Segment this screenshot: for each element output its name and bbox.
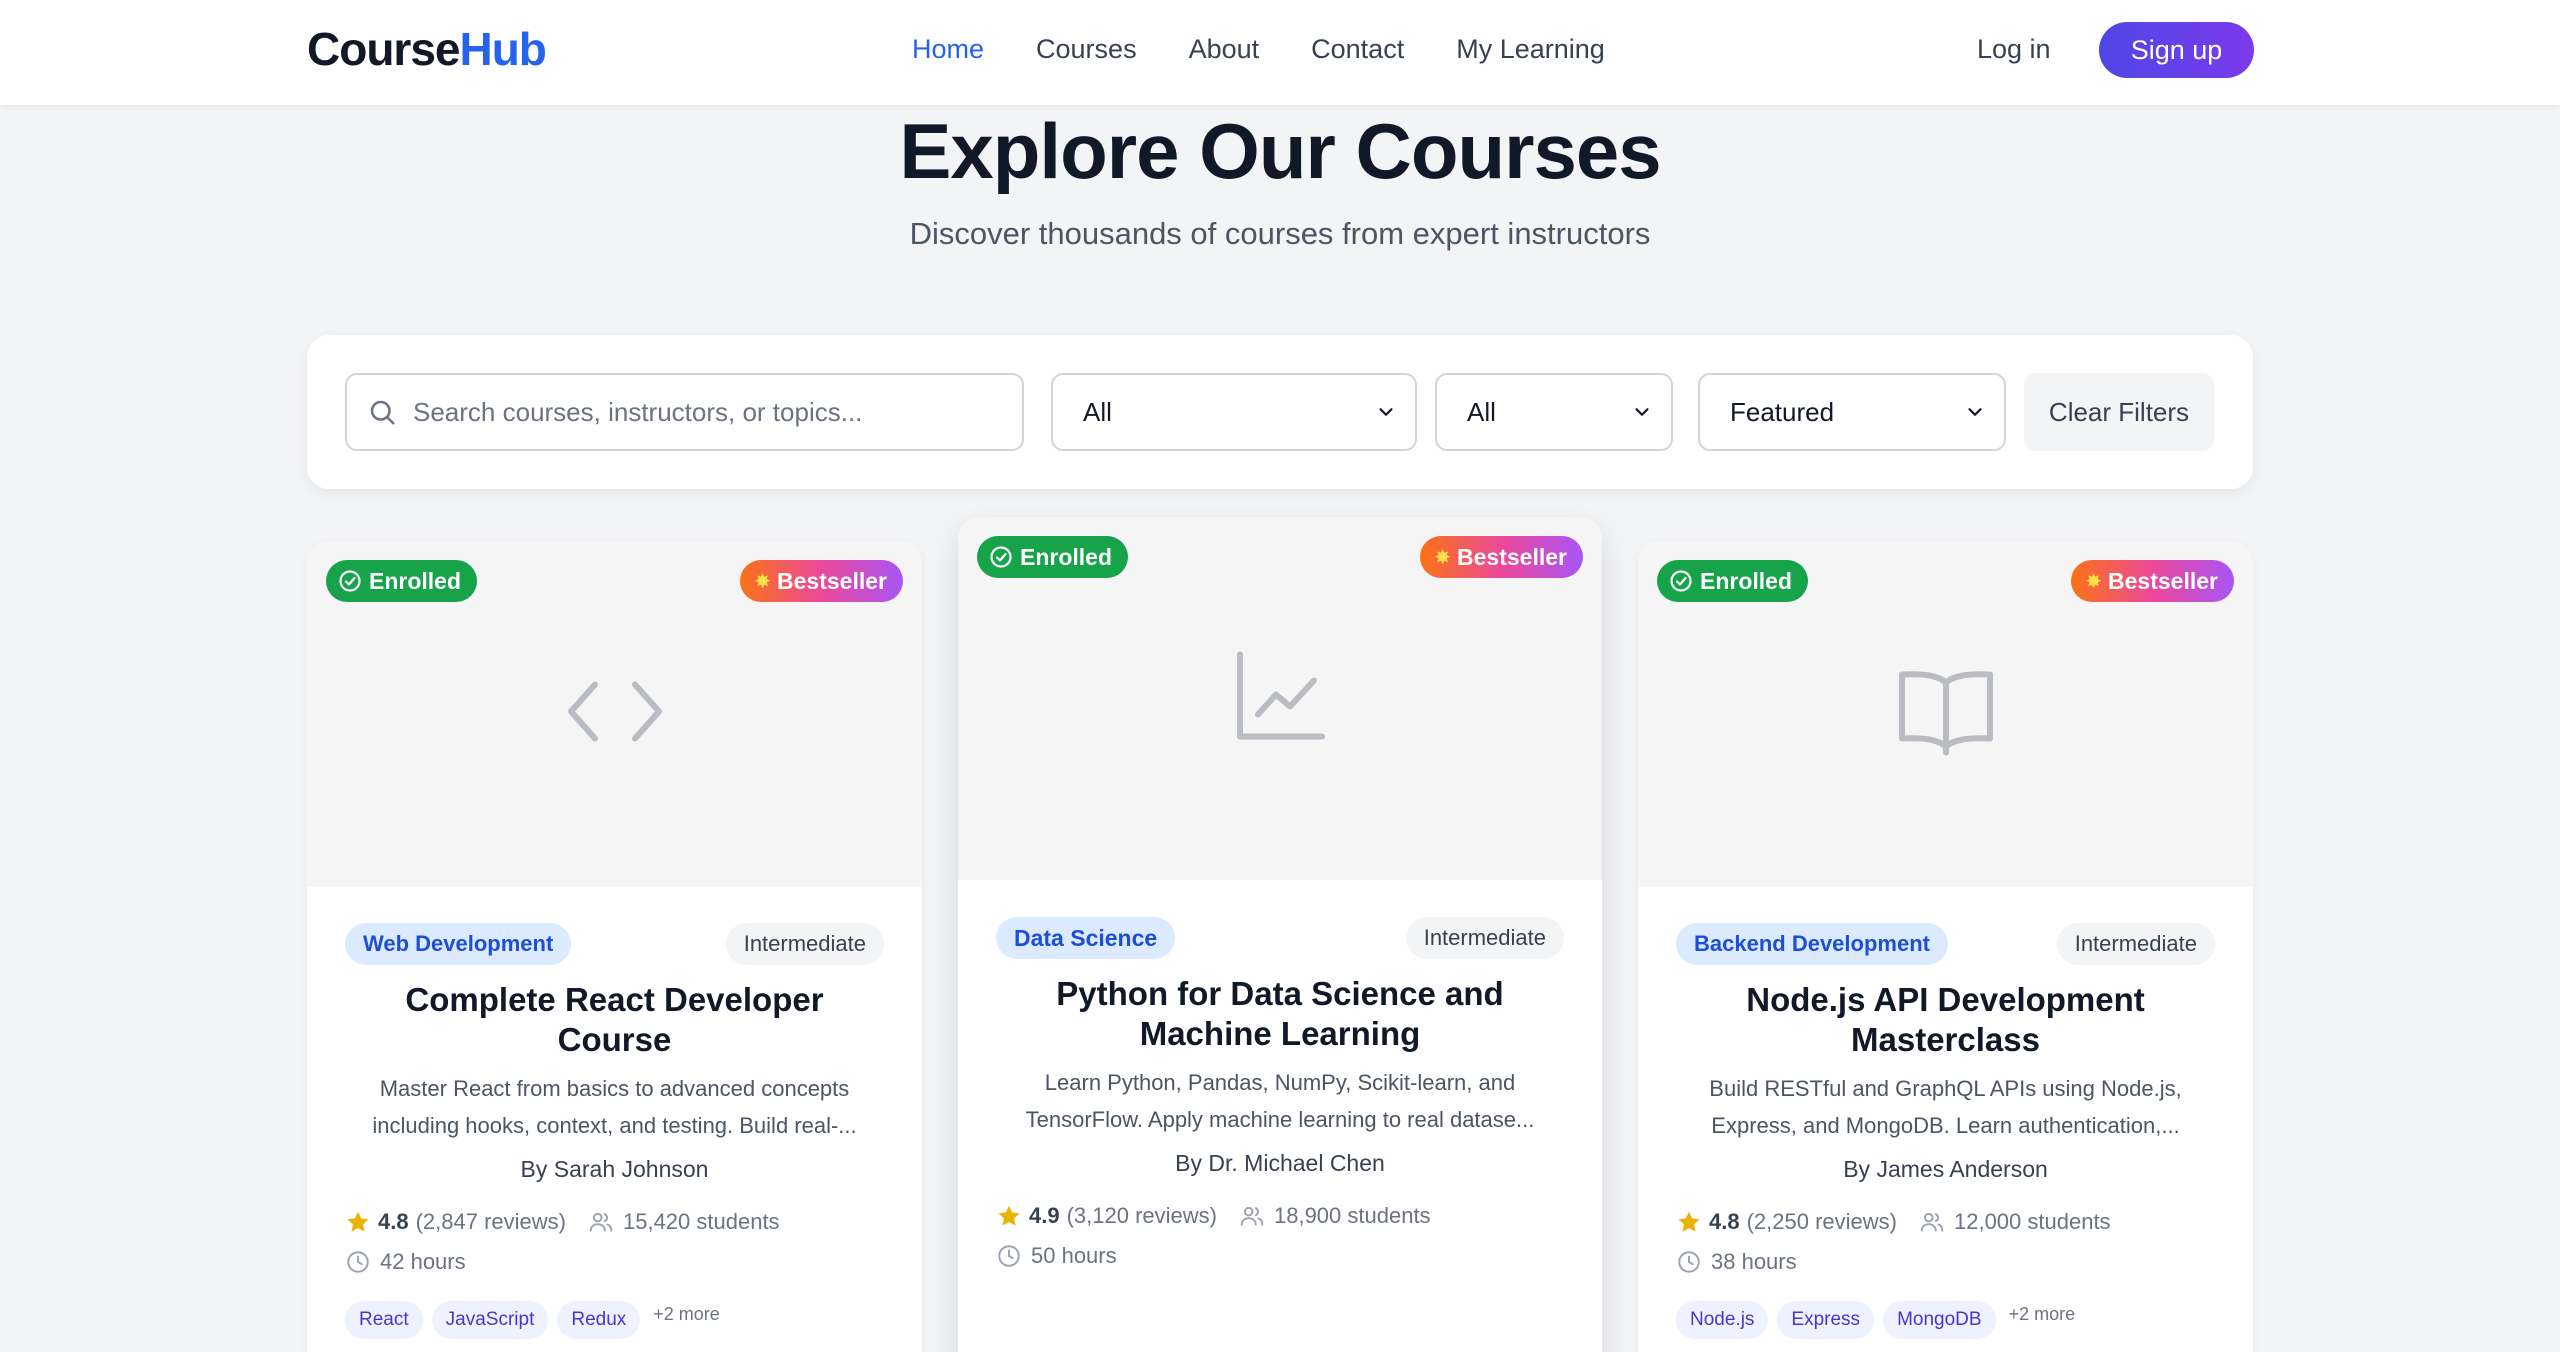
check-circle-icon <box>1670 570 1692 592</box>
level-select[interactable]: All <box>1435 373 1673 451</box>
skill-tag: JavaScript <box>431 1301 549 1339</box>
chevron-down-icon <box>1635 408 1649 416</box>
check-circle-icon <box>339 570 361 592</box>
category-badge: Web Development <box>345 923 572 965</box>
bestseller-badge: ✸ Bestseller <box>2071 560 2234 602</box>
course-title[interactable]: Python for Data Science and Machine Lear… <box>996 974 1564 1054</box>
more-tags: +2 more <box>2008 1303 2076 1324</box>
skill-tag: Express <box>1777 1301 1875 1339</box>
course-description: Build RESTful and GraphQL APIs using Nod… <box>1709 1076 2182 1138</box>
nav-contact[interactable]: Contact <box>1311 34 1404 65</box>
rating: 4.8 (2,847 reviews) <box>345 1209 566 1235</box>
filter-bar: All All Featured Clear Filters <box>307 335 2253 489</box>
rating: 4.9 (3,120 reviews) <box>996 1203 1217 1229</box>
users-icon <box>589 1212 613 1232</box>
nav-courses[interactable]: Courses <box>1036 34 1137 65</box>
skill-tags: Node.js Express MongoDB +2 more <box>1676 1301 2215 1339</box>
clear-filters-button[interactable]: Clear Filters <box>2024 373 2214 451</box>
search-box[interactable] <box>345 373 1024 451</box>
course-thumbnail: Enrolled ✸ Bestseller <box>1638 541 2253 887</box>
level-badge: Intermediate <box>2056 923 2215 965</box>
course-card[interactable]: Enrolled ✸ Bestseller Data Science Inter… <box>958 517 1602 1352</box>
sort-select[interactable]: Featured <box>1698 373 2006 451</box>
users-icon <box>1240 1206 1264 1226</box>
course-author: By James Anderson <box>1843 1156 2048 1182</box>
main-nav: Home Courses About Contact My Learning <box>912 34 1605 65</box>
chart-line-icon <box>1237 651 1325 739</box>
course-author: By Sarah Johnson <box>520 1156 709 1182</box>
skill-tag: Node.js <box>1676 1301 1769 1339</box>
course-stats: 4.8 (2,250 reviews) 12,000 students <box>1676 1209 2215 1235</box>
nav-about[interactable]: About <box>1189 34 1260 65</box>
course-body: Data Science Intermediate Python for Dat… <box>958 917 1602 1269</box>
star-icon <box>347 1211 369 1232</box>
clock-icon <box>347 1251 369 1273</box>
category-badge: Data Science <box>996 917 1176 959</box>
star-burst-icon: ✸ <box>2085 570 2103 593</box>
skill-tag: React <box>345 1301 423 1339</box>
site-header: CourseHub Home Courses About Contact My … <box>0 0 2560 105</box>
course-stats: 4.9 (3,120 reviews) 18,900 students <box>996 1203 1564 1229</box>
book-icon <box>1898 671 1993 756</box>
category-select[interactable]: All <box>1051 373 1417 451</box>
signup-button[interactable]: Sign up <box>2099 22 2254 78</box>
star-icon <box>1678 1211 1700 1232</box>
users-icon <box>1920 1212 1944 1232</box>
course-duration: 42 hours <box>345 1249 884 1275</box>
code-icon <box>567 681 662 742</box>
course-title[interactable]: Complete React Developer Course <box>345 980 884 1060</box>
skill-tag: Redux <box>557 1301 641 1339</box>
course-card[interactable]: Enrolled ✸ Bestseller Web Development In… <box>307 541 922 1352</box>
course-title[interactable]: Node.js API Development Masterclass <box>1676 980 2215 1060</box>
chevron-down-icon <box>1379 408 1393 416</box>
rating: 4.8 (2,250 reviews) <box>1676 1209 1897 1235</box>
students-count: 15,420 students <box>588 1209 780 1235</box>
course-description: Master React from basics to advanced con… <box>372 1076 857 1138</box>
category-badge: Backend Development <box>1676 923 1948 965</box>
course-description: Learn Python, Pandas, NumPy, Scikit-lear… <box>1025 1070 1535 1132</box>
bestseller-badge: ✸ Bestseller <box>1420 536 1583 578</box>
clock-icon <box>1678 1251 1700 1273</box>
skill-tag: MongoDB <box>1883 1301 1996 1339</box>
enrolled-badge: Enrolled <box>977 536 1129 578</box>
enrolled-badge: Enrolled <box>326 560 478 602</box>
page-subtitle: Discover thousands of courses from exper… <box>909 216 1651 251</box>
clock-icon <box>998 1245 1020 1267</box>
course-thumbnail: Enrolled ✸ Bestseller <box>958 517 1602 880</box>
chevron-down-icon <box>1968 408 1982 416</box>
category-select-value: All <box>1083 396 1112 427</box>
level-select-value: All <box>1467 396 1496 427</box>
logo[interactable]: CourseHub <box>307 22 547 76</box>
bestseller-badge: ✸ Bestseller <box>740 560 903 602</box>
students-count: 18,900 students <box>1239 1203 1431 1229</box>
check-circle-icon <box>990 546 1012 568</box>
course-author: By Dr. Michael Chen <box>1175 1150 1385 1176</box>
course-body: Web Development Intermediate Complete Re… <box>307 923 922 1339</box>
course-stats: 4.8 (2,847 reviews) 15,420 students <box>345 1209 884 1235</box>
star-burst-icon: ✸ <box>754 570 772 593</box>
more-tags: +2 more <box>653 1303 720 1324</box>
course-duration: 50 hours <box>996 1243 1564 1269</box>
nav-home[interactable]: Home <box>912 34 984 65</box>
level-badge: Intermediate <box>1405 917 1564 959</box>
level-badge: Intermediate <box>725 923 884 965</box>
course-thumbnail: Enrolled ✸ Bestseller <box>307 541 922 887</box>
login-link[interactable]: Log in <box>1977 34 2051 65</box>
star-icon <box>998 1205 1020 1226</box>
course-card[interactable]: Enrolled ✸ Bestseller Backend Developmen… <box>1638 541 2253 1352</box>
skill-tags: React JavaScript Redux +2 more <box>345 1301 884 1339</box>
search-input[interactable] <box>413 396 993 428</box>
course-body: Backend Development Intermediate Node.js… <box>1638 923 2253 1339</box>
page-title: Explore Our Courses <box>899 107 1661 195</box>
search-icon <box>370 400 395 425</box>
sort-select-value: Featured <box>1730 396 1835 427</box>
course-duration: 38 hours <box>1676 1249 2215 1275</box>
star-burst-icon: ✸ <box>1434 546 1452 569</box>
nav-my-learning[interactable]: My Learning <box>1456 34 1605 65</box>
enrolled-badge: Enrolled <box>1657 560 1809 602</box>
students-count: 12,000 students <box>1919 1209 2111 1235</box>
